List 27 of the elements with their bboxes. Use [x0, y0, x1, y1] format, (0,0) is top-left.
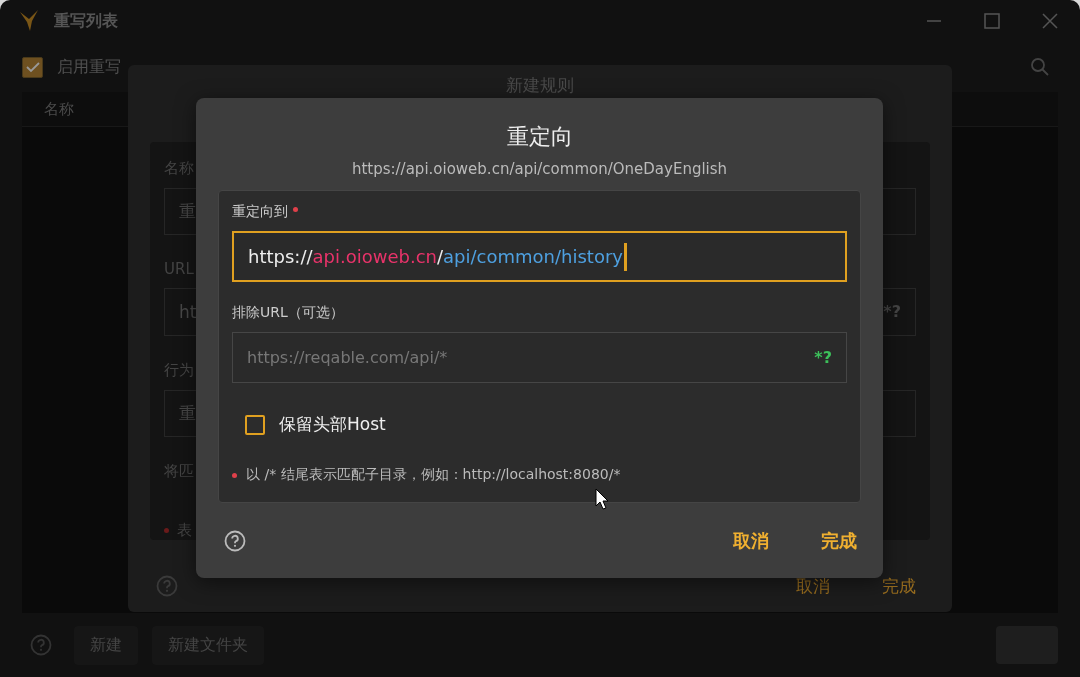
check-icon	[25, 61, 40, 73]
note-text: 以 /* 结尾表示匹配子目录，例如：http://localhost:8080/*	[246, 466, 621, 484]
help-icon[interactable]	[224, 529, 246, 552]
dialog-button[interactable]: 完成	[882, 574, 916, 598]
dialog-button[interactable]: 完成	[821, 528, 857, 553]
bird-icon	[18, 9, 40, 33]
column-header: 名称	[44, 99, 74, 119]
checkbox[interactable]	[22, 56, 43, 78]
search-icon[interactable]	[1030, 57, 1050, 77]
input-field[interactable]: https://reqable.com/api/* *?	[232, 332, 847, 383]
bullet-icon	[164, 528, 169, 533]
field-label: 重定向到	[232, 203, 288, 221]
input-field[interactable]: https://api.oioweb.cn/api/common/history	[232, 231, 847, 282]
bullet-icon	[232, 472, 237, 478]
checkbox-label: 启用重写	[57, 56, 121, 78]
regex-toggle[interactable]: *?	[814, 348, 832, 367]
checkbox[interactable]	[245, 414, 265, 435]
field-label: 排除URL（可选）	[232, 304, 344, 322]
checkbox-label: 保留头部Host	[279, 413, 386, 436]
dialog-button[interactable]: 取消	[733, 528, 769, 553]
text-cursor	[623, 242, 627, 271]
window-title: 重写列表	[54, 10, 118, 32]
close-icon[interactable]	[1042, 13, 1058, 29]
dialog-title: 重定向	[505, 123, 574, 151]
maximize-icon[interactable]	[984, 13, 1000, 29]
cursor-icon	[595, 488, 609, 510]
dialog-subtitle: https://api.oioweb.cn/api/common/OneDayEnglish	[350, 160, 729, 178]
